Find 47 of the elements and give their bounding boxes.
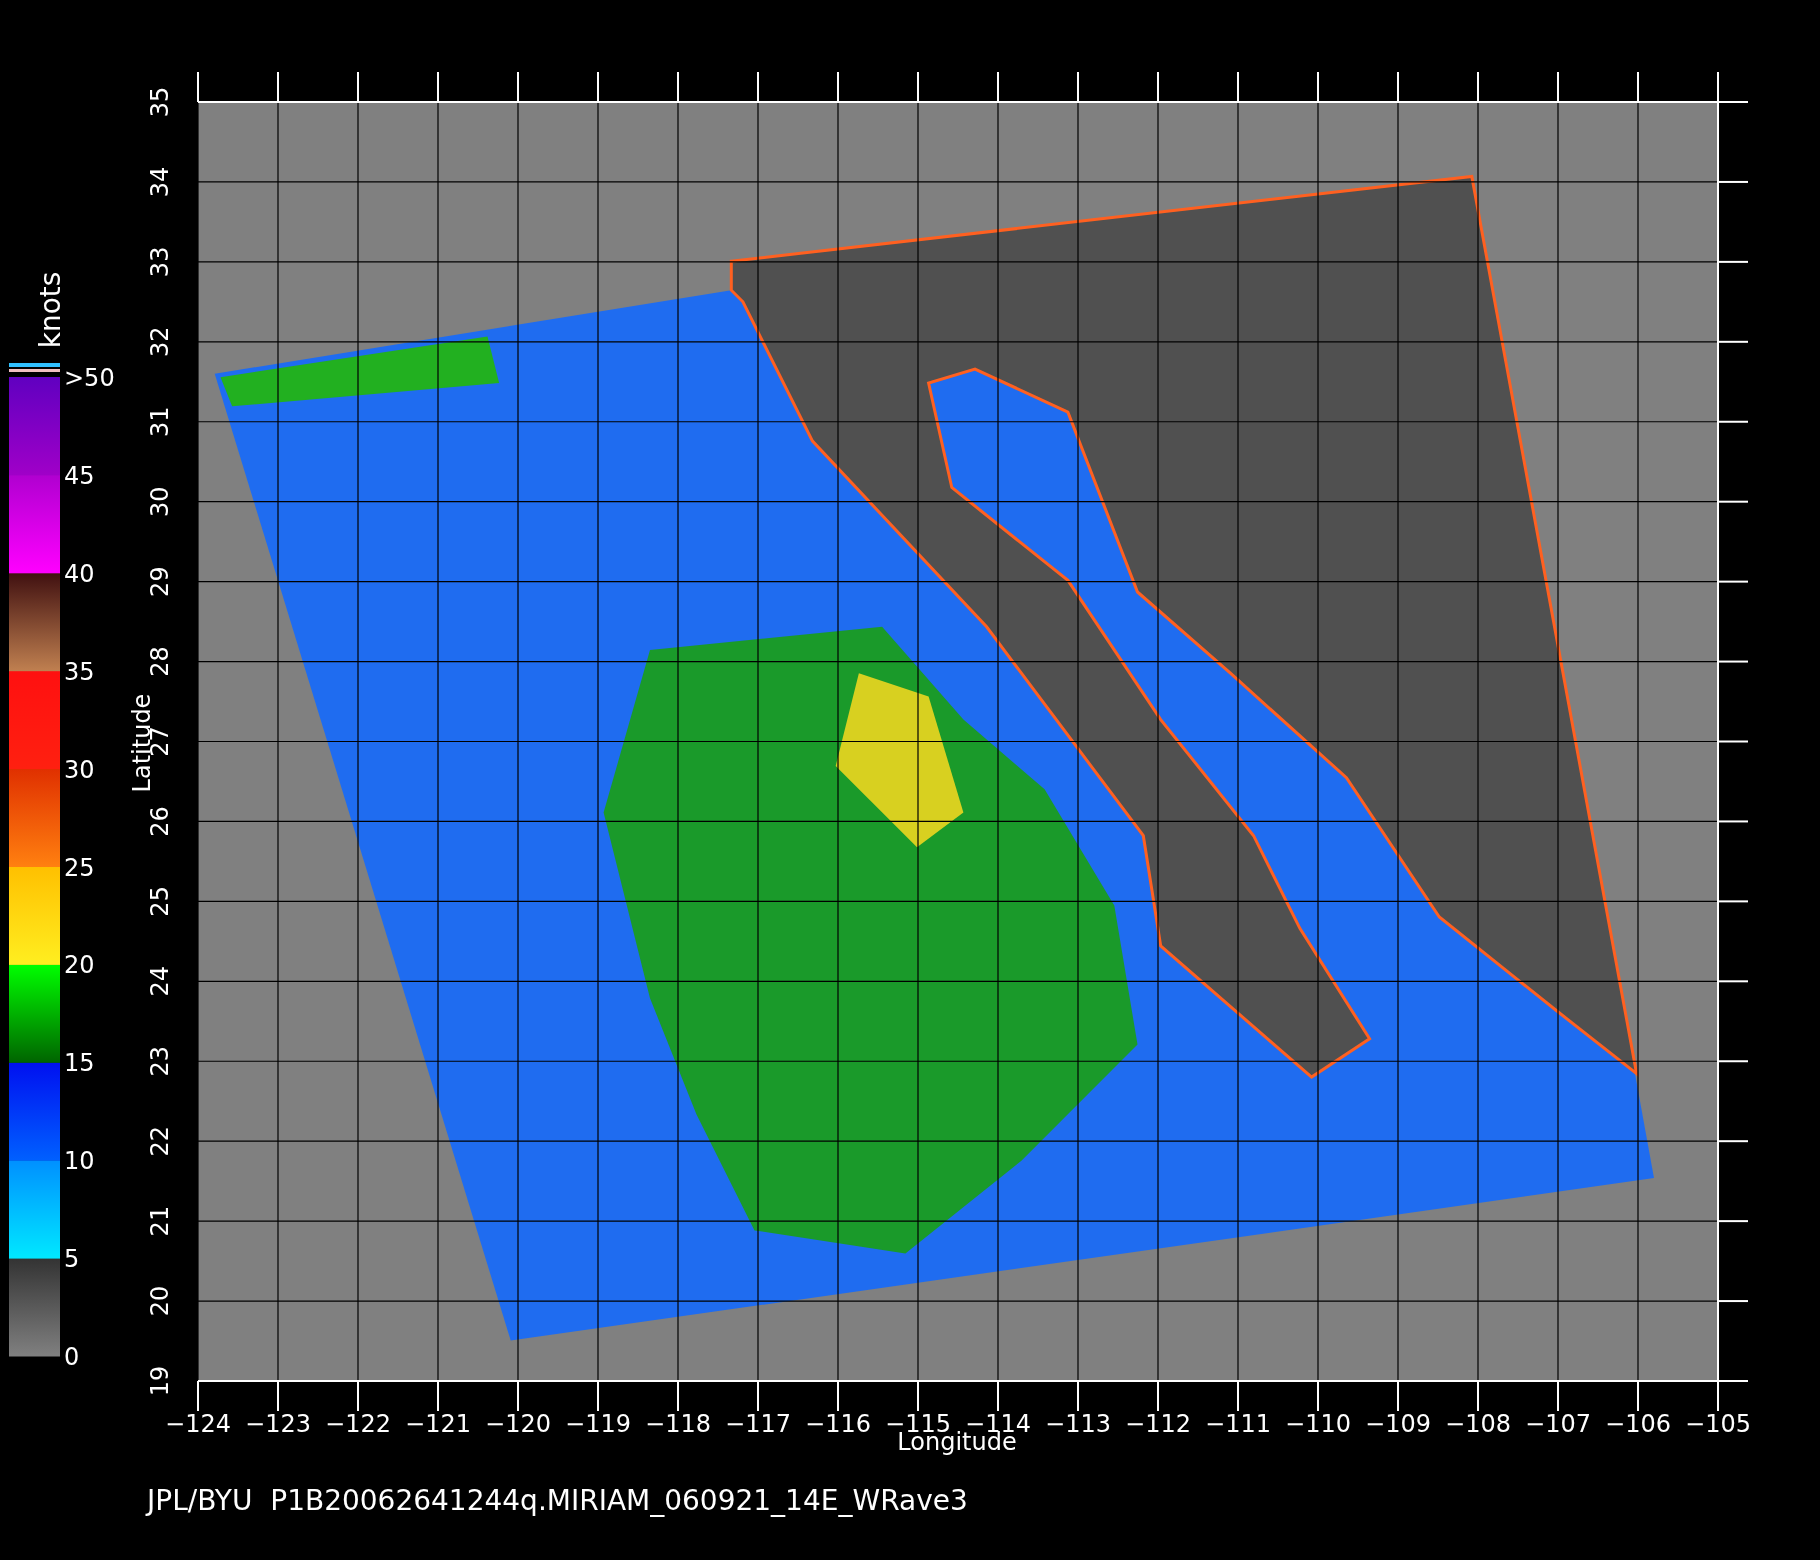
colorbar-label: 35 bbox=[64, 657, 95, 686]
axis-tick-label: 19 bbox=[146, 1365, 174, 1397]
axis-tick-label: −116 bbox=[805, 1410, 871, 1438]
axis-tick-label: 24 bbox=[146, 966, 174, 997]
colorbar-label: 0 bbox=[64, 1343, 80, 1371]
colorbar-label: 5 bbox=[64, 1245, 80, 1274]
axis-tick-label: −122 bbox=[325, 1410, 391, 1438]
axis-tick-label: 28 bbox=[146, 646, 174, 677]
colorbar-label: 45 bbox=[64, 461, 95, 490]
axis-tick-label: −118 bbox=[645, 1410, 711, 1438]
axis-tick-label: 26 bbox=[146, 806, 174, 837]
axis-tick-label: −112 bbox=[1125, 1410, 1191, 1438]
axis-tick-label: −105 bbox=[1685, 1410, 1751, 1438]
axis-tick-label: 30 bbox=[146, 486, 174, 517]
colorbar-label: >50 bbox=[64, 364, 115, 392]
axis-tick-label: 20 bbox=[146, 1285, 174, 1317]
axis-tick-label: −113 bbox=[1045, 1410, 1111, 1438]
axis-tick-label: −108 bbox=[1445, 1410, 1511, 1438]
axis-tick-label: −120 bbox=[485, 1410, 551, 1438]
axis-tick-label: 31 bbox=[146, 406, 174, 437]
axis-tick-label: 22 bbox=[146, 1125, 174, 1157]
axis-tick-label: −121 bbox=[405, 1410, 471, 1438]
colorbar-label: 25 bbox=[64, 853, 95, 882]
axis-tick-label: −123 bbox=[245, 1410, 311, 1438]
axis-tick-label: −107 bbox=[1525, 1410, 1591, 1438]
colorbar-label: 40 bbox=[64, 559, 95, 588]
axis-tick-label: 21 bbox=[146, 1205, 174, 1237]
axis-tick-label: −124 bbox=[165, 1410, 231, 1438]
colorbar-title: knots bbox=[34, 271, 67, 349]
axis-tick-label: −117 bbox=[725, 1410, 791, 1438]
axis-tick-label: 34 bbox=[146, 166, 174, 198]
colorbar-label: 15 bbox=[64, 1049, 95, 1078]
axis-tick-label: −110 bbox=[1285, 1410, 1351, 1438]
axis-tick-label: 35 bbox=[146, 86, 174, 118]
colorbar-label: 30 bbox=[64, 755, 95, 784]
axis-tick-label: −109 bbox=[1365, 1410, 1431, 1438]
axis-tick-label: 32 bbox=[146, 326, 174, 358]
colorbar-label: 10 bbox=[64, 1147, 95, 1176]
axis-tick-label: −111 bbox=[1205, 1410, 1271, 1438]
colorbar-label: 20 bbox=[64, 951, 95, 980]
axis-tick-label: 25 bbox=[146, 886, 174, 917]
axis-tick-label: 23 bbox=[146, 1046, 174, 1077]
axis-tick-label: 29 bbox=[146, 566, 174, 597]
axis-tick-label: −119 bbox=[565, 1410, 631, 1438]
axis-tick-label: 33 bbox=[146, 246, 174, 278]
caption-text: JPL/BYU P1B20062641244q.MIRIAM_060921_14E_WRave3 bbox=[147, 1484, 968, 1517]
axis-tick-label: −106 bbox=[1605, 1410, 1671, 1438]
